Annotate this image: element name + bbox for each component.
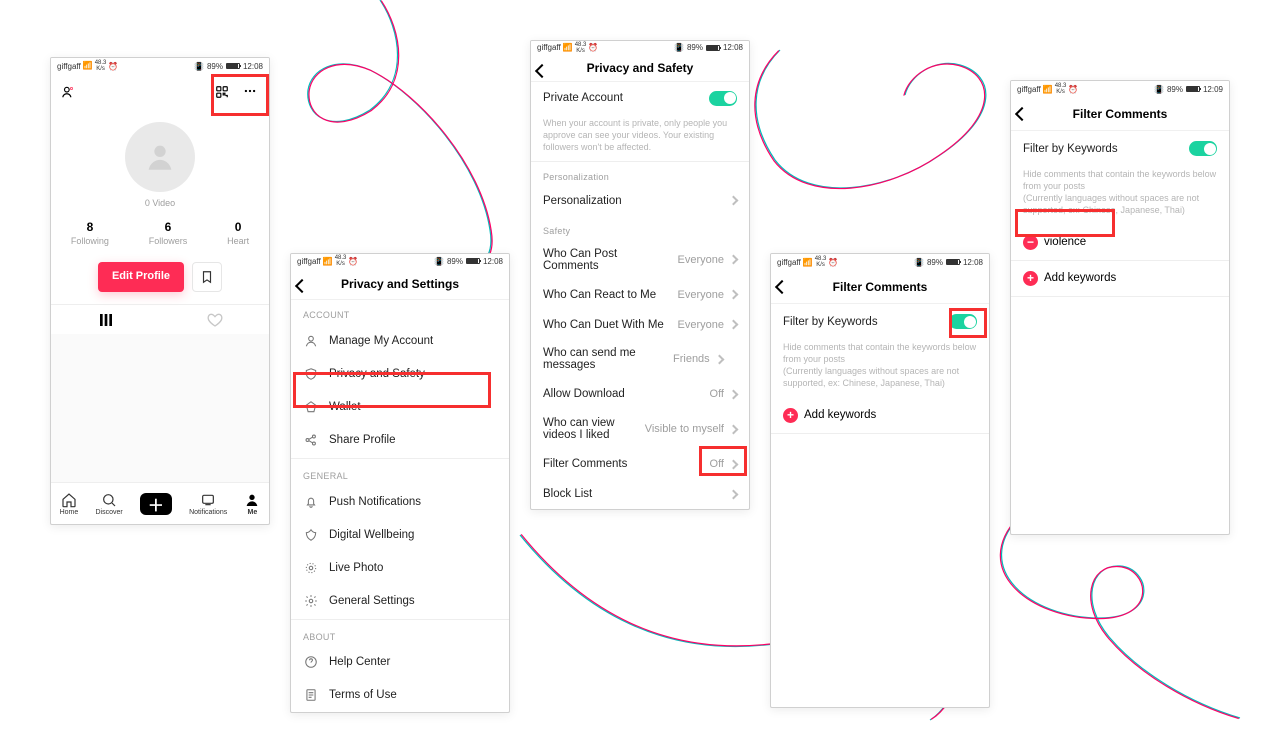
row-post-comments[interactable]: Who Can Post CommentsEveryone xyxy=(531,240,749,280)
nav-me[interactable]: Me xyxy=(244,492,260,516)
filter-keywords-toggle[interactable] xyxy=(1189,141,1217,156)
nav-notifications[interactable]: Notifications xyxy=(189,492,227,516)
avatar[interactable] xyxy=(125,122,195,192)
status-bar: giffgaff📶48.3K/s⏰ 📳89%12:09 xyxy=(1011,81,1229,97)
keyword-text: violence xyxy=(1044,236,1086,248)
row-general-settings[interactable]: General Settings xyxy=(291,584,509,617)
add-friend-icon[interactable] xyxy=(61,85,75,99)
plus-icon: + xyxy=(783,408,798,423)
row-help-center[interactable]: Help Center xyxy=(291,646,509,679)
back-button[interactable] xyxy=(1017,97,1027,131)
row-download[interactable]: Allow DownloadOff xyxy=(531,379,749,409)
back-button[interactable] xyxy=(537,54,547,88)
video-count: 0 Video xyxy=(51,198,269,208)
row-duet[interactable]: Who Can Duet With MeEveryone xyxy=(531,310,749,340)
filter-keywords-label: Filter by Keywords xyxy=(783,316,939,328)
section-about: ABOUT xyxy=(291,622,509,646)
back-button[interactable] xyxy=(297,269,307,303)
nav-discover[interactable]: Discover xyxy=(95,492,122,516)
private-account-desc: When your account is private, only peopl… xyxy=(531,115,749,162)
tab-videos[interactable] xyxy=(51,305,160,334)
page-title: Filter Comments xyxy=(833,280,928,294)
row-messages[interactable]: Who can send me messagesFriends xyxy=(531,340,749,380)
back-button[interactable] xyxy=(777,270,787,304)
status-bar: giffgaff📶48.3K/s⏰ 📳89%12:08 xyxy=(771,254,989,270)
row-personalization[interactable]: Personalization xyxy=(531,186,749,216)
plus-icon: + xyxy=(1023,271,1038,286)
filter-keywords-label: Filter by Keywords xyxy=(1023,143,1179,155)
status-bar: giffgaff📶48.3K/s⏰ 📳89%12:08 xyxy=(291,254,509,269)
row-block-list[interactable]: Block List xyxy=(531,479,749,509)
tab-liked[interactable] xyxy=(160,305,269,334)
section-account: ACCOUNT xyxy=(291,300,509,324)
page-title: Privacy and Settings xyxy=(341,277,459,291)
following-count[interactable]: 8Following xyxy=(71,220,109,246)
filter-keywords-desc: Hide comments that contain the keywords … xyxy=(771,339,989,398)
edit-profile-button[interactable]: Edit Profile xyxy=(98,262,184,292)
section-general: GENERAL xyxy=(291,461,509,485)
private-account-toggle[interactable] xyxy=(709,91,737,106)
page-title: Filter Comments xyxy=(1073,107,1168,121)
status-bar: giffgaff📶48.3K/s⏰ 📳89%12:08 xyxy=(51,58,269,74)
private-account-label: Private Account xyxy=(543,92,699,104)
followers-count[interactable]: 6Followers xyxy=(149,220,188,246)
row-manage-account[interactable]: Manage My Account xyxy=(291,324,509,357)
status-bar: giffgaff📶48.3K/s⏰ 📳89%12:08 xyxy=(531,41,749,54)
row-terms-of-use[interactable]: Terms of Use xyxy=(291,679,509,712)
row-share-profile[interactable]: Share Profile xyxy=(291,423,509,456)
section-personalization: Personalization xyxy=(531,162,749,186)
row-digital-wellbeing[interactable]: Digital Wellbeing xyxy=(291,518,509,551)
add-keywords-button[interactable]: + Add keywords xyxy=(771,398,989,434)
section-safety: Safety xyxy=(531,216,749,240)
row-react[interactable]: Who Can React to MeEveryone xyxy=(531,280,749,310)
add-keywords-button[interactable]: + Add keywords xyxy=(1011,261,1229,297)
hearts-count[interactable]: 0Heart xyxy=(227,220,249,246)
row-live-photo[interactable]: Live Photo xyxy=(291,551,509,584)
nav-create[interactable]: ＋ xyxy=(140,493,172,515)
page-title: Privacy and Safety xyxy=(587,61,694,75)
row-liked-visibility[interactable]: Who can view videos I likedVisible to my… xyxy=(531,409,749,449)
row-push-notifications[interactable]: Push Notifications xyxy=(291,485,509,518)
bookmark-button[interactable] xyxy=(192,262,222,292)
nav-home[interactable]: Home xyxy=(60,492,79,516)
